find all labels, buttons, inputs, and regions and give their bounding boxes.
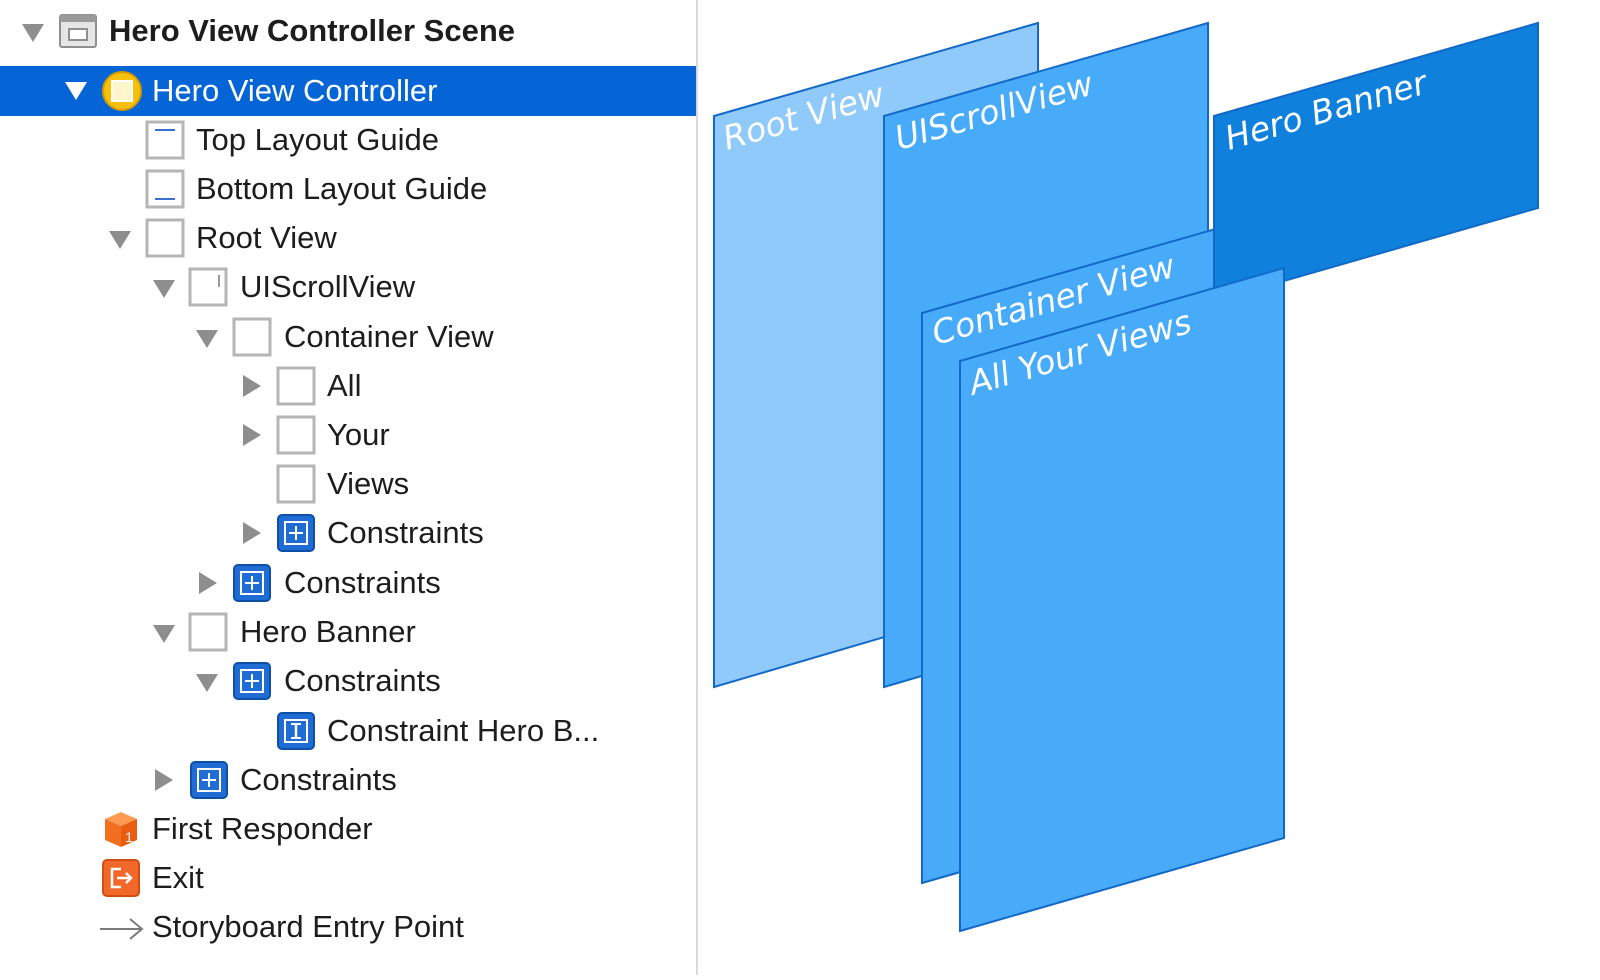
scroll-view-icon (188, 267, 228, 307)
entry-point-arrow-icon (100, 907, 144, 947)
outline-row-constraint-hero-banner[interactable]: Constraint Hero B... (0, 706, 696, 756)
outline-row-your[interactable]: Your (0, 410, 696, 460)
constraints-icon (276, 513, 316, 553)
outline-label: Container View (284, 319, 494, 354)
outline-label: Views (327, 466, 410, 501)
disclosure-down-icon[interactable] (151, 262, 177, 312)
outline-row-constraints[interactable]: Constraints (0, 558, 696, 608)
disclosure-down-icon[interactable] (63, 66, 89, 116)
first-responder-icon: 1 (101, 809, 141, 849)
outline-row-scene[interactable]: Hero View Controller Scene (0, 6, 696, 56)
view-icon (232, 317, 272, 357)
outline-label: Hero View Controller (152, 73, 438, 108)
outline-label: Top Layout Guide (196, 122, 440, 157)
scene-icon (58, 11, 98, 51)
outline-row-constraints[interactable]: Constraints (0, 755, 696, 805)
outline-row-hero-banner[interactable]: Hero Banner (0, 607, 696, 657)
constraints-icon (232, 661, 272, 701)
outline-label: Storyboard Entry Point (152, 909, 464, 944)
document-outline: Hero View Controller Scene Hero View Con… (0, 0, 696, 975)
outline-label: Exit (152, 860, 204, 895)
outline-label: Constraints (284, 663, 441, 698)
constraint-icon (276, 711, 316, 751)
outline-row-scroll-view[interactable]: UIScrollView (0, 262, 696, 312)
constraints-icon (232, 563, 272, 603)
outline-label: Constraint Hero B... (327, 713, 600, 748)
outline-row-first-responder[interactable]: 1 First Responder (0, 804, 696, 854)
outline-label: Constraints (284, 565, 441, 600)
outline-row-exit[interactable]: Exit (0, 853, 696, 903)
disclosure-down-icon[interactable] (107, 213, 133, 263)
view-icon (276, 415, 316, 455)
outline-label: Root View (196, 220, 337, 255)
outline-label: Constraints (327, 515, 484, 550)
outline-row-constraints[interactable]: Constraints (0, 508, 696, 558)
view-hierarchy-visualization: Root View UIScrollView Container View He… (698, 0, 1600, 975)
disclosure-right-icon[interactable] (240, 508, 266, 558)
outline-row-all[interactable]: All (0, 361, 696, 411)
disclosure-right-icon[interactable] (240, 410, 266, 460)
outline-row-root-view[interactable]: Root View (0, 213, 696, 263)
view-icon (276, 366, 316, 406)
view-controller-icon (101, 70, 142, 111)
outline-label: UIScrollView (240, 269, 416, 304)
outline-row-entry-point[interactable]: Storyboard Entry Point (0, 902, 696, 952)
view-icon (145, 218, 185, 258)
outline-label: First Responder (152, 811, 373, 846)
disclosure-down-icon[interactable] (194, 656, 220, 706)
outline-row-view-controller[interactable]: Hero View Controller (0, 66, 696, 116)
outline-label: Bottom Layout Guide (196, 171, 488, 206)
disclosure-right-icon[interactable] (196, 558, 222, 608)
outline-label: Hero Banner (240, 614, 416, 649)
outline-row-constraints[interactable]: Constraints (0, 656, 696, 706)
outline-label: Constraints (240, 762, 397, 797)
outline-row-bottom-layout-guide[interactable]: Bottom Layout Guide (0, 164, 696, 214)
view-icon (188, 612, 228, 652)
disclosure-right-icon[interactable] (240, 361, 266, 411)
top-layout-guide-icon (145, 120, 185, 160)
constraints-icon (189, 760, 229, 800)
disclosure-down-icon[interactable] (194, 312, 220, 362)
disclosure-right-icon[interactable] (152, 755, 178, 805)
hero-banner-layer[interactable] (1213, 21, 1539, 303)
disclosure-down-icon[interactable] (151, 607, 177, 657)
outline-row-container-view[interactable]: Container View (0, 312, 696, 362)
bottom-layout-guide-icon (145, 169, 185, 209)
outline-label: Hero View Controller Scene (109, 13, 515, 48)
disclosure-down-icon[interactable] (20, 6, 46, 56)
outline-row-top-layout-guide[interactable]: Top Layout Guide (0, 115, 696, 165)
outline-row-views[interactable]: Views (0, 459, 696, 509)
exit-icon (101, 858, 141, 898)
outline-label: All (327, 368, 362, 403)
svg-text:1: 1 (125, 829, 133, 845)
outline-label: Your (327, 417, 390, 452)
layers-svg: Root View UIScrollView Container View He… (713, 21, 1539, 933)
view-icon (276, 464, 316, 504)
